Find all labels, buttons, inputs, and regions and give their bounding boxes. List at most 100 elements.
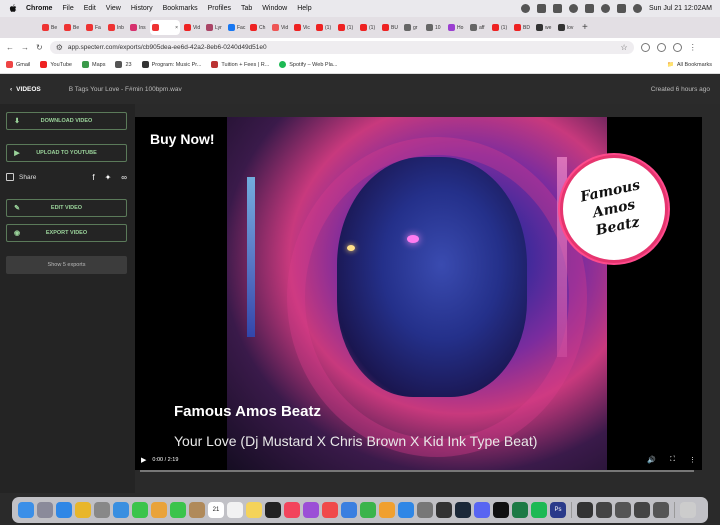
menu-window[interactable]: Window [262,5,287,12]
chrome-icon[interactable] [75,502,91,518]
menu-edit[interactable]: Edit [84,5,96,12]
browser-tab[interactable]: Ins [128,20,148,35]
window-3-icon[interactable] [634,502,650,518]
browser-tab[interactable]: we [534,20,554,35]
preferences-icon[interactable] [417,502,433,518]
notes-icon[interactable] [246,502,262,518]
spotify-icon[interactable] [531,502,547,518]
share-checkbox[interactable] [6,173,14,181]
pages-icon[interactable] [379,502,395,518]
download-video-button[interactable]: ⬇ DOWNLOAD VIDEO [6,112,127,130]
search-icon[interactable] [616,4,626,13]
window-2-icon[interactable] [615,502,631,518]
play-icon[interactable]: ▶ [141,456,146,464]
bookmark-program-music[interactable]: Program: Music Pr... [141,61,201,68]
podcasts-icon[interactable] [303,502,319,518]
reload-icon[interactable]: ↻ [36,43,43,52]
excel-icon[interactable] [512,502,528,518]
fullscreen-icon[interactable]: ⛶ [670,456,675,464]
video-progress-bar[interactable] [140,470,694,472]
browser-tab[interactable]: Be [62,20,82,35]
bookmark-tuition-fees[interactable]: Tuition + Fees | R... [211,61,269,68]
browser-tab[interactable]: × [150,20,180,35]
facebook-icon[interactable]: f [92,173,94,182]
browser-tab[interactable]: Fa [84,20,104,35]
browser-tab[interactable]: Lyr [204,20,224,35]
menu-tab[interactable]: Tab [241,5,252,12]
window-4-icon[interactable] [653,502,669,518]
menu-profiles[interactable]: Profiles [208,5,231,12]
browser-tab[interactable]: 10 [424,20,444,35]
keynote-icon[interactable] [341,502,357,518]
back-arrow-icon[interactable]: ← [6,43,14,52]
menu-view[interactable]: View [106,5,121,12]
url-field[interactable]: ⚙ app.specterr.com/exports/cb905dea-ee6d… [49,40,634,54]
status-icon-1[interactable] [520,4,530,13]
all-bookmarks[interactable]: 📁 All Bookmarks [667,62,712,68]
reminders-icon[interactable] [227,502,243,518]
menu-history[interactable]: History [131,5,153,12]
new-tab-icon[interactable]: + [582,22,588,33]
numbers-icon[interactable] [360,502,376,518]
edit-video-button[interactable]: ✎ EDIT VIDEO [6,199,127,217]
discord-icon[interactable] [474,502,490,518]
wifi-icon[interactable] [600,4,610,13]
steam-icon[interactable] [455,502,471,518]
music-icon[interactable] [284,502,300,518]
app-store-icon[interactable] [398,502,414,518]
menu-bookmarks[interactable]: Bookmarks [163,5,198,12]
browser-tab[interactable]: Ho [446,20,466,35]
browser-tab[interactable]: (1) [314,20,334,35]
messages-icon[interactable] [132,502,148,518]
browser-tab[interactable]: Be [40,20,60,35]
volume-icon[interactable]: 🔊 [647,456,656,464]
sidepanel-icon[interactable] [656,42,666,52]
browser-tab[interactable]: aff [468,20,488,35]
show-exports-button[interactable]: Show 5 exports [6,256,127,274]
bookmark-youtube[interactable]: YouTube [40,61,72,68]
clock[interactable]: Sun Jul 21 12:02AM [649,5,712,12]
mail-icon[interactable] [113,502,129,518]
forward-arrow-icon[interactable]: → [21,43,29,52]
more-options-icon[interactable]: ⋮ [689,456,696,464]
apple-icon[interactable] [8,4,18,14]
link-icon[interactable]: ∞ [121,173,127,182]
browser-tab[interactable]: Vid [270,20,290,35]
facetime-icon[interactable] [170,502,186,518]
menu-help[interactable]: Help [297,5,311,12]
control-center-icon[interactable] [632,4,642,13]
photos-icon[interactable] [151,502,167,518]
capcut-icon[interactable] [493,502,509,518]
browser-tab[interactable]: Fac [226,20,246,35]
launchpad-icon[interactable] [37,502,53,518]
close-tab-icon[interactable]: × [175,25,178,31]
browser-tab[interactable]: Vid [182,20,202,35]
browser-tab[interactable]: Inb [106,20,126,35]
tv-icon[interactable] [265,502,281,518]
browser-tab[interactable]: lov [556,20,576,35]
settings-icon[interactable] [94,502,110,518]
browser-tab[interactable]: Vic [292,20,312,35]
window-1-icon[interactable] [596,502,612,518]
site-info-icon[interactable]: ⚙ [56,43,63,52]
browser-tab[interactable]: gr [402,20,422,35]
upload-youtube-button[interactable]: ▶ UPLOAD TO YOUTUBE [6,144,127,162]
status-icon-2[interactable] [536,4,546,13]
safari-icon[interactable] [56,502,72,518]
bookmark-spotify[interactable]: Spotify – Web Pla... [279,61,337,68]
contacts-icon[interactable] [189,502,205,518]
export-video-button[interactable]: ◉ EXPORT VIDEO [6,224,127,242]
profile-avatar-icon[interactable] [672,42,682,52]
twitter-icon[interactable]: ✦ [105,173,112,182]
calendar-icon[interactable]: 21 [208,502,224,518]
bookmark-star-icon[interactable]: ☆ [621,43,628,52]
back-to-videos-link[interactable]: ‹ VIDEOS [10,86,41,93]
trash-icon[interactable] [680,502,696,518]
browser-tab[interactable]: (1) [336,20,356,35]
utility-icon[interactable] [577,502,593,518]
status-icon-3[interactable] [552,4,562,13]
menu-file[interactable]: File [62,5,73,12]
browser-tab[interactable]: Ch [248,20,268,35]
browser-tab[interactable]: (1) [490,20,510,35]
photoshop-icon[interactable]: Ps [550,502,566,518]
